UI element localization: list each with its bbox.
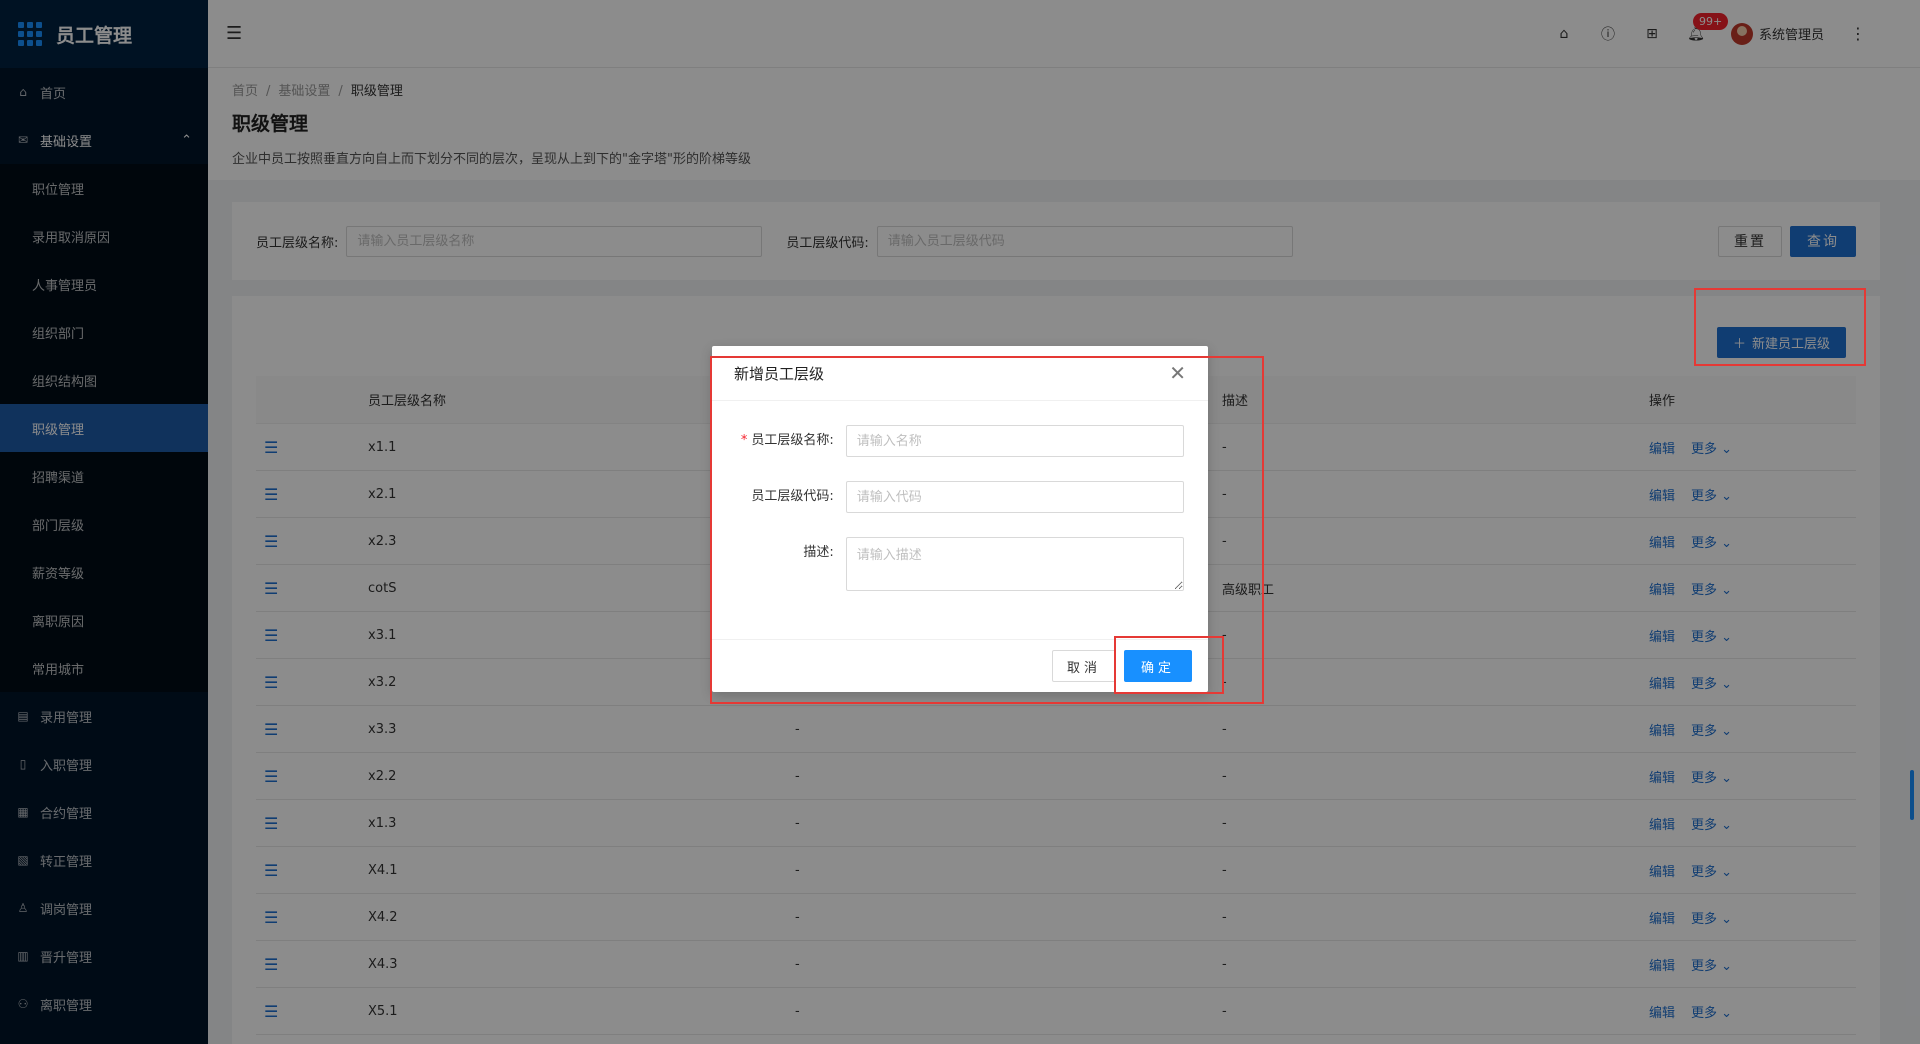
modal-header: 新增员工层级 ✕: [712, 346, 1208, 401]
cancel-button[interactable]: 取消: [1051, 650, 1116, 682]
desc-field-label: 描述:: [803, 545, 834, 560]
level-name-field[interactable]: [845, 425, 1184, 457]
modal-body: *员工层级名称: 员工层级代码: 描述:: [712, 401, 1208, 591]
close-icon[interactable]: ✕: [1169, 361, 1186, 385]
name-field-label: * 员工层级名称:: [740, 433, 834, 448]
form-row-desc: 描述:: [712, 537, 1184, 591]
description-field[interactable]: [845, 537, 1184, 591]
form-row-name: * 员工层级名称:: [712, 425, 1184, 457]
code-field-label: 员工层级代码:: [751, 489, 834, 504]
level-code-field[interactable]: [845, 481, 1184, 513]
required-mark: *: [740, 433, 748, 448]
modal-title: 新增员工层级: [734, 364, 825, 383]
form-row-code: 员工层级代码:: [712, 481, 1184, 513]
confirm-button[interactable]: 确定: [1123, 650, 1192, 682]
new-level-modal: 新增员工层级 ✕ *员工层级名称: 员工层级代码: 描述: 取消 确定: [712, 346, 1208, 692]
modal-footer: 取消 确定: [712, 639, 1208, 692]
